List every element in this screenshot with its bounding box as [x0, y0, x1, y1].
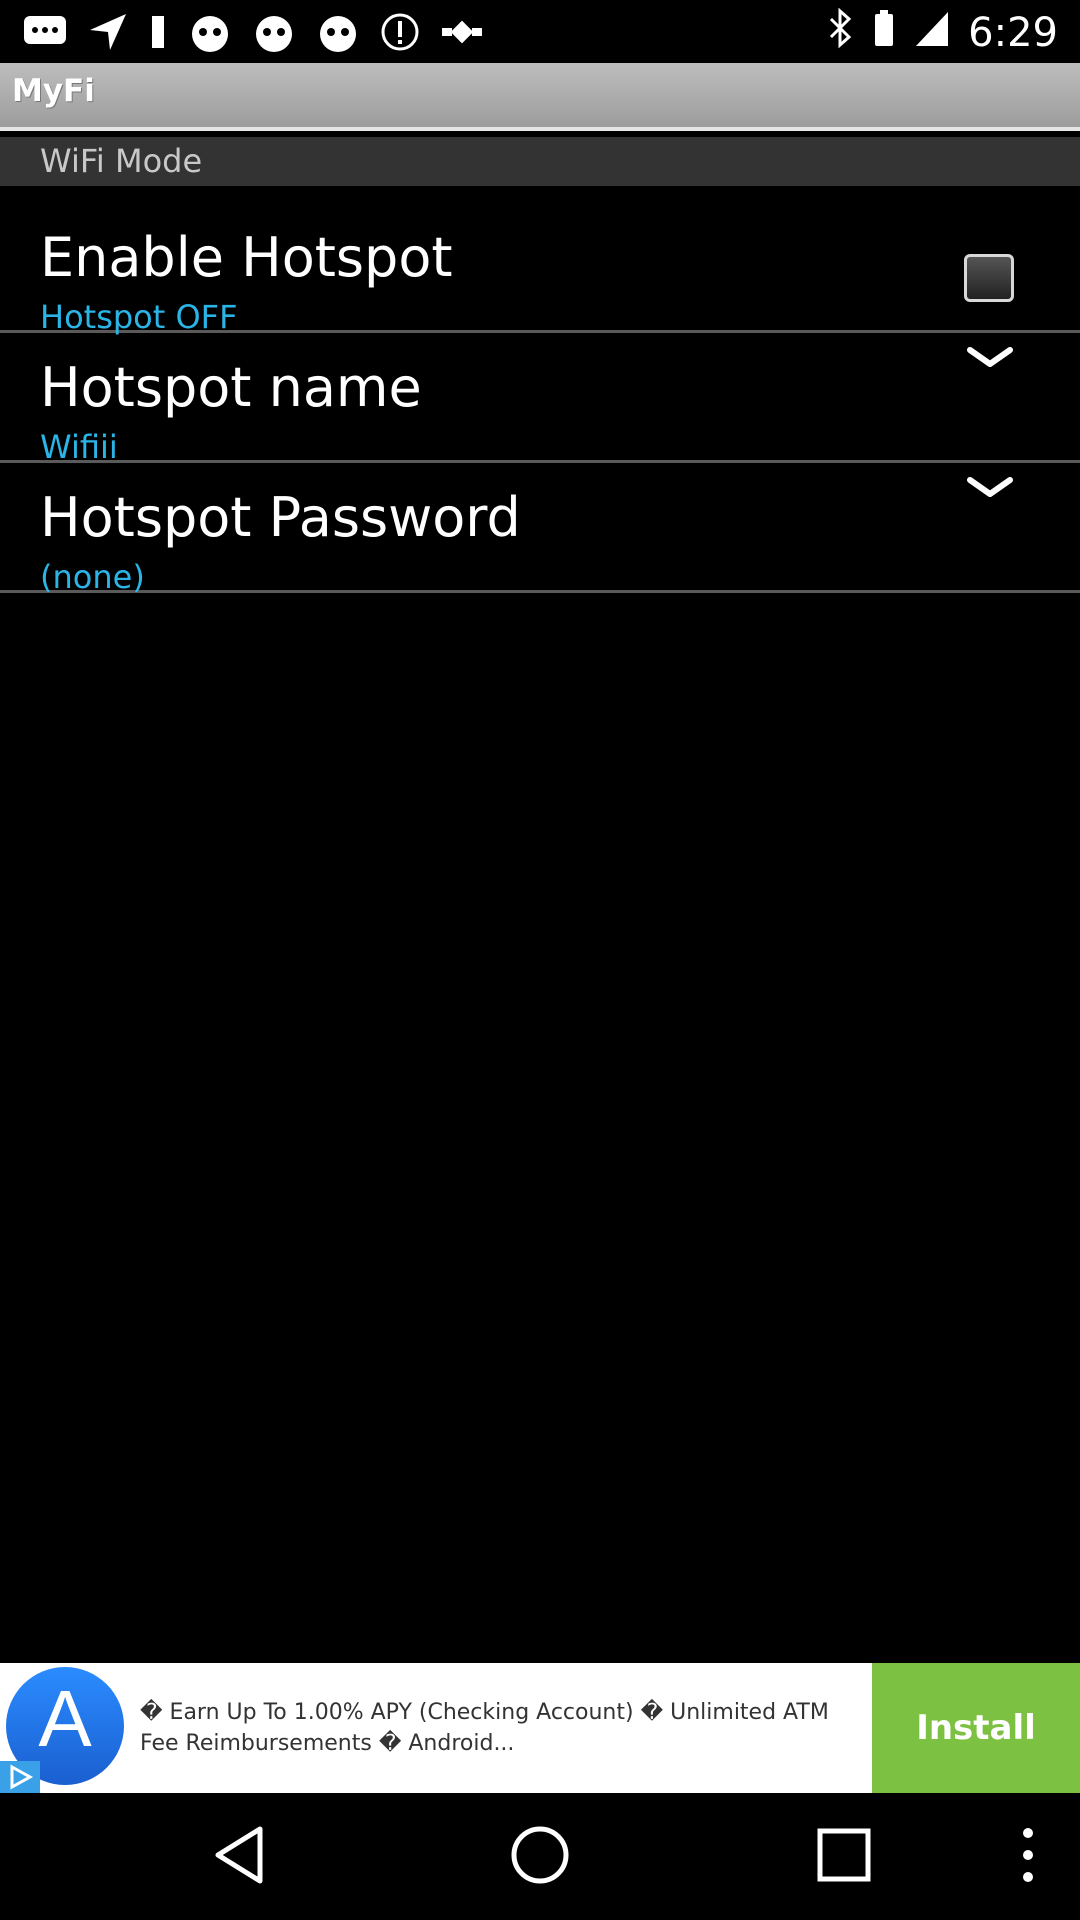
status-left-icons	[22, 10, 484, 64]
info-icon	[380, 12, 420, 62]
overflow-menu-icon[interactable]	[1016, 1823, 1040, 1887]
pref-summary: (none)	[40, 558, 145, 596]
system-nav-bar	[0, 1793, 1080, 1920]
chevron-down-icon	[967, 477, 1013, 497]
signal-icon	[914, 8, 950, 58]
status-right-icons: 6:29	[828, 7, 1058, 58]
ad-logo-letter: A	[38, 1674, 92, 1763]
back-icon[interactable]	[212, 1823, 268, 1887]
section-header-label: WiFi Mode	[40, 142, 203, 180]
install-button[interactable]: Install	[872, 1663, 1080, 1793]
home-icon[interactable]	[508, 1823, 572, 1887]
chevron-down-icon	[967, 347, 1013, 367]
chat-icon	[22, 14, 68, 60]
pref-title: Hotspot Password	[40, 486, 521, 549]
battery-saver-icon	[872, 8, 896, 58]
ad-banner[interactable]: A � Earn Up To 1.00% APY (Checking Accou…	[0, 1663, 1080, 1793]
enable-hotspot-checkbox[interactable]	[964, 254, 1014, 302]
app-icon-3	[316, 10, 360, 64]
pref-hotspot-password[interactable]: Hotspot Password (none)	[0, 462, 1080, 596]
pref-enable-hotspot[interactable]: Enable Hotspot Hotspot OFF	[0, 202, 1080, 336]
pref-summary: Wifiii	[40, 428, 118, 466]
section-header-wifi-mode: WiFi Mode	[0, 137, 1080, 186]
app-icon-1	[188, 10, 232, 64]
fake-gps-icon	[440, 10, 484, 64]
navigation-icon	[88, 12, 128, 62]
pref-summary: Hotspot OFF	[40, 298, 238, 336]
recents-icon[interactable]	[814, 1823, 874, 1887]
notification-icon	[148, 12, 168, 62]
app-title: MyFi	[12, 73, 95, 109]
app-title-bar: MyFi	[0, 63, 1080, 131]
bluetooth-icon	[828, 7, 854, 58]
status-bar: 6:29	[0, 0, 1080, 63]
ad-text[interactable]: � Earn Up To 1.00% APY (Checking Account…	[140, 1697, 840, 1759]
pref-title: Enable Hotspot	[40, 226, 453, 289]
app-icon-2	[252, 10, 296, 64]
pref-hotspot-name[interactable]: Hotspot name Wifiii	[0, 332, 1080, 466]
ad-choices-icon[interactable]	[0, 1761, 40, 1793]
status-time: 6:29	[968, 10, 1058, 56]
pref-title: Hotspot name	[40, 356, 422, 419]
